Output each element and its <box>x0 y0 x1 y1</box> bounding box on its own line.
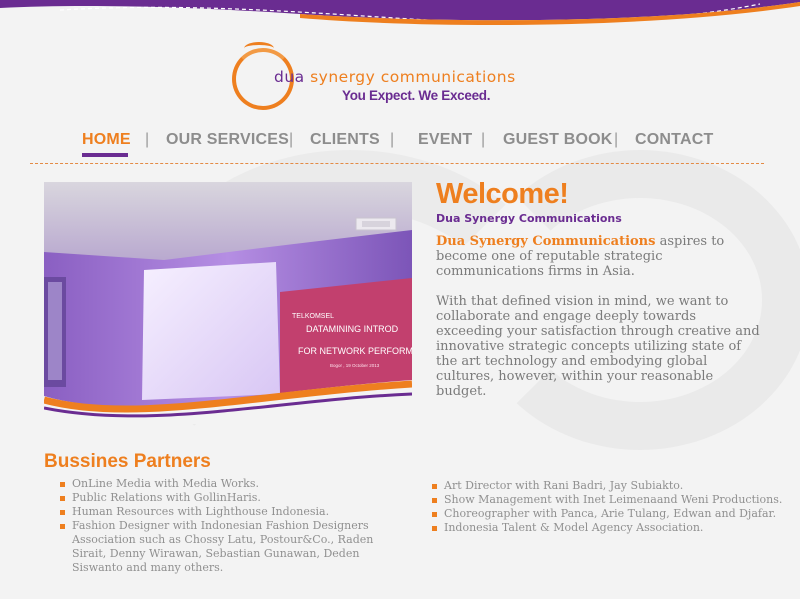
list-item: Art Director with Rani Badri, Jay Subiak… <box>432 479 792 493</box>
partners-list-left: OnLine Media with Media Works. Public Re… <box>60 477 410 575</box>
list-item: Human Resources with Lighthouse Indonesi… <box>60 505 410 519</box>
list-item: Choreographer with Panca, Arie Tulang, E… <box>432 507 792 521</box>
nav-event[interactable]: EVENT <box>418 131 472 149</box>
list-item: Fashion Designer with Indonesian Fashion… <box>60 519 410 575</box>
logo-name-prefix: dua <box>274 68 305 86</box>
company-logo[interactable]: dua synergy communications You Expect. W… <box>228 42 548 114</box>
nav-active-indicator <box>82 153 128 157</box>
list-item: Show Management with Inet Leimenaand Wen… <box>432 493 792 507</box>
nav-guest-book[interactable]: GUEST BOOK <box>503 131 613 149</box>
hero-banner-line1: DATAMINING INTROD <box>306 324 399 334</box>
hero-event-photo: TELKOMSEL DATAMINING INTROD FOR NETWORK … <box>44 182 412 424</box>
top-wave-band <box>0 0 800 26</box>
partners-title: Bussines Partners <box>44 451 211 472</box>
partners-list-right: Art Director with Rani Badri, Jay Subiak… <box>432 479 792 535</box>
nav-separator: | <box>614 131 619 148</box>
welcome-subtitle: Dua Synergy Communications <box>436 212 622 225</box>
list-item: Indonesia Talent & Model Agency Associat… <box>432 521 792 535</box>
hero-banner-brand: TELKOMSEL <box>292 313 334 320</box>
nav-home[interactable]: HOME <box>82 131 131 149</box>
nav-our-services[interactable]: OUR SERVICES <box>166 131 289 149</box>
list-item: OnLine Media with Media Works. <box>60 477 410 491</box>
nav-separator: | <box>145 131 150 148</box>
logo-tagline: You Expect. We Exceed. <box>342 88 491 103</box>
hero-banner-small: Bogor , 19 October 2013 <box>330 363 380 368</box>
logo-name-rest: synergy communications <box>304 68 516 86</box>
nav-separator: | <box>289 131 294 148</box>
hero-banner-line2: FOR NETWORK PERFORMA <box>298 346 412 356</box>
nav-separator: | <box>390 131 395 148</box>
welcome-intro: Dua Synergy Communications aspires to be… <box>436 234 766 279</box>
company-name-highlight: Dua Synergy Communications <box>436 234 656 249</box>
list-item: Public Relations with GollinHaris. <box>60 491 410 505</box>
nav-clients[interactable]: CLIENTS <box>310 131 380 149</box>
logo-wordmark: dua synergy communications <box>274 68 516 86</box>
nav-contact[interactable]: CONTACT <box>635 131 713 149</box>
main-navigation: HOME | OUR SERVICES | CLIENTS | EVENT | … <box>30 128 764 164</box>
welcome-title: Welcome! <box>436 178 569 210</box>
welcome-vision: With that defined vision in mind, we wan… <box>436 294 760 399</box>
nav-separator: | <box>481 131 486 148</box>
